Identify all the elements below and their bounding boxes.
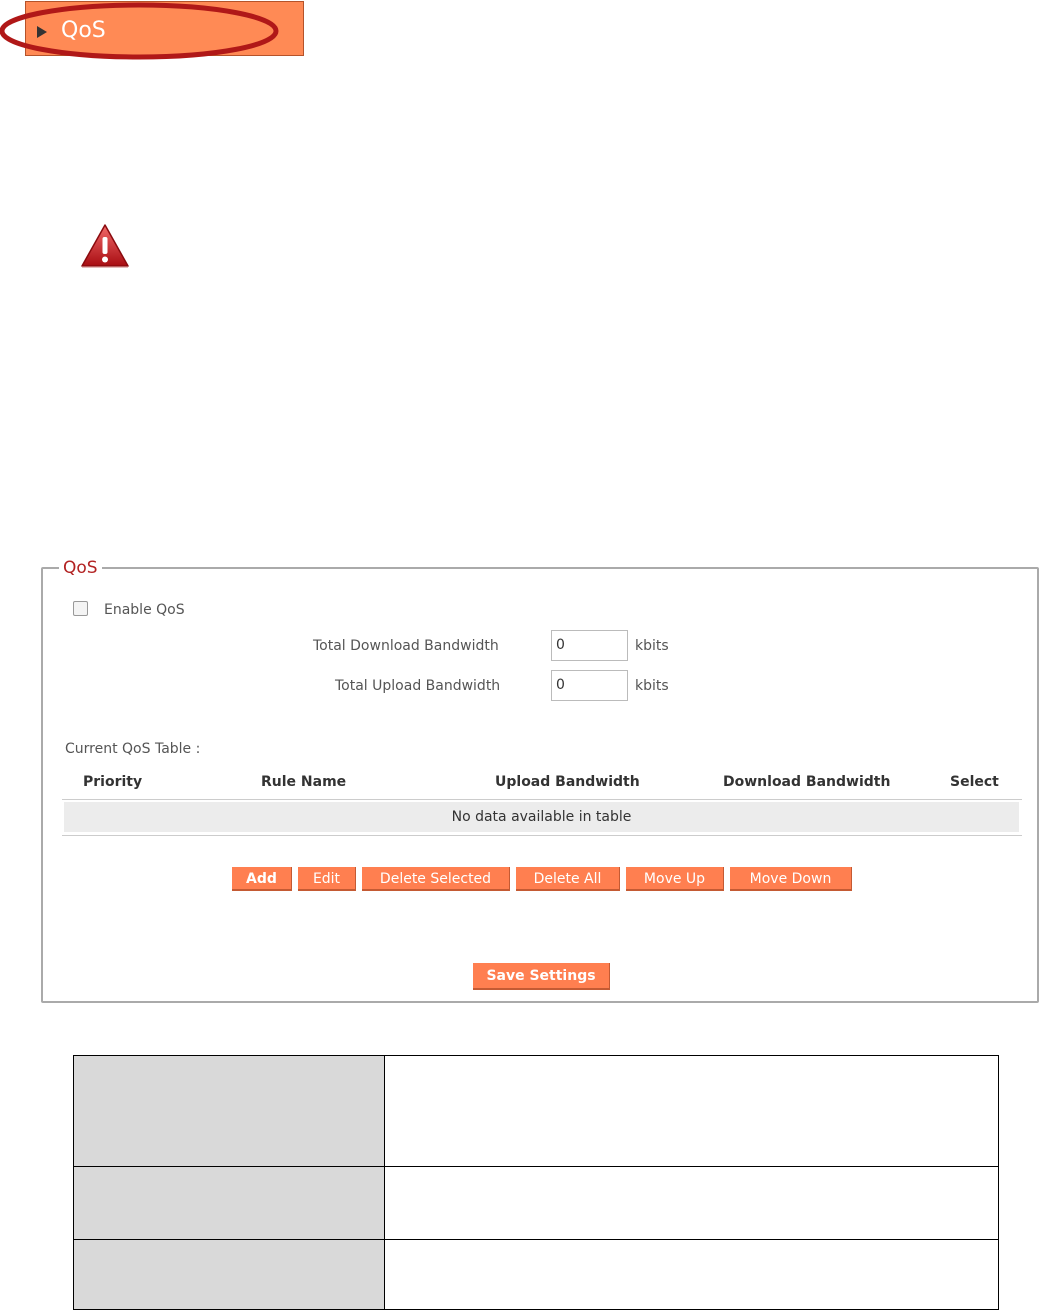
delete-all-button[interactable]: Delete All	[516, 867, 620, 891]
description-label-cell	[74, 1240, 385, 1309]
column-download-bandwidth[interactable]: Download Bandwidth	[723, 774, 890, 790]
column-select[interactable]: Select	[950, 774, 999, 790]
description-label-cell	[74, 1056, 385, 1166]
total-download-input[interactable]: 0	[551, 630, 628, 661]
download-unit: kbits	[635, 638, 669, 654]
description-table	[73, 1055, 999, 1310]
table-header-divider	[62, 799, 1022, 800]
column-rule-name[interactable]: Rule Name	[261, 774, 346, 790]
total-upload-input[interactable]: 0	[551, 670, 628, 701]
upload-unit: kbits	[635, 678, 669, 694]
table-empty-row: No data available in table	[64, 802, 1019, 832]
description-label-cell	[74, 1167, 385, 1239]
move-down-button[interactable]: Move Down	[730, 867, 852, 891]
qos-settings-panel: QoS Enable QoS Total Download Bandwidth …	[41, 558, 1039, 1003]
column-upload-bandwidth[interactable]: Upload Bandwidth	[495, 774, 640, 790]
highlight-ellipse	[0, 2, 279, 60]
column-priority[interactable]: Priority	[83, 774, 142, 790]
delete-selected-button[interactable]: Delete Selected	[362, 867, 510, 891]
total-upload-label: Total Upload Bandwidth	[335, 678, 501, 694]
qos-table-title: Current QoS Table :	[65, 741, 201, 757]
enable-qos-checkbox[interactable]	[73, 601, 88, 616]
table-bottom-divider	[62, 835, 1022, 836]
add-button[interactable]: Add	[232, 867, 292, 891]
description-row	[74, 1166, 998, 1239]
save-settings-button[interactable]: Save Settings	[473, 963, 610, 990]
enable-qos-label: Enable QoS	[104, 602, 185, 618]
warning-triangle-icon	[81, 224, 129, 268]
panel-legend: QoS	[59, 558, 102, 578]
description-row	[74, 1056, 998, 1166]
edit-button[interactable]: Edit	[298, 867, 356, 891]
move-up-button[interactable]: Move Up	[626, 867, 724, 891]
total-download-label: Total Download Bandwidth	[313, 638, 499, 654]
description-row	[74, 1239, 998, 1309]
